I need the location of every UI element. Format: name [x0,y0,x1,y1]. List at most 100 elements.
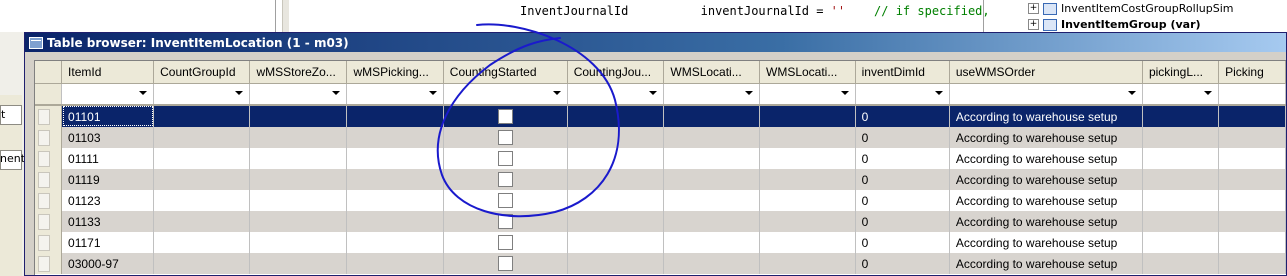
row-selector[interactable] [35,190,63,211]
grid-cell[interactable] [663,211,760,232]
grid-cell[interactable] [759,211,856,232]
dropdown-arrow-icon[interactable] [235,91,244,95]
scrollbar[interactable] [282,0,289,32]
column-filter[interactable] [346,83,444,106]
cell-counting-started[interactable] [443,169,568,190]
table-row[interactable]: 01101 0 According to warehouse setup [35,105,1286,127]
tree-node[interactable]: + InventItemCostGroupRollupSim [1028,2,1233,15]
grid-cell[interactable] [663,105,760,127]
grid-cell[interactable] [153,211,251,232]
dropdown-arrow-icon[interactable] [840,91,849,95]
column-filter[interactable] [663,83,760,106]
cell-use-wms-order[interactable]: According to warehouse setup [949,127,1143,148]
grid-cell[interactable] [1218,211,1286,232]
cell-item-id[interactable]: 01103 [61,127,155,148]
row-selector[interactable] [35,253,63,274]
dropdown-arrow-icon[interactable] [1127,91,1136,95]
grid-cell[interactable] [663,232,760,253]
grid-cell[interactable] [1142,169,1220,190]
row-selector[interactable] [35,232,63,253]
checkbox[interactable] [497,235,513,251]
grid-cell[interactable] [1218,148,1286,169]
cell-counting-started[interactable] [443,253,568,274]
window-titlebar[interactable]: Table browser: InventItemLocation (1 - m… [25,33,1286,52]
grid-cell[interactable] [249,169,348,190]
splitter[interactable] [275,0,276,32]
grid-cell[interactable] [1142,253,1220,274]
grid-cell[interactable] [249,148,348,169]
grid-cell[interactable] [346,127,444,148]
table-row[interactable]: 01111 0 According to warehouse setup [35,148,1286,169]
cell-item-id[interactable]: 01133 [61,211,155,232]
column-filter[interactable] [153,83,251,106]
grid-cell[interactable] [567,105,665,127]
checkbox[interactable] [497,172,513,188]
grid-cell[interactable] [249,211,348,232]
cell-invent-dim-id[interactable]: 0 [855,148,950,169]
grid-cell[interactable] [153,253,251,274]
column-filter[interactable] [1218,83,1286,106]
table-row[interactable]: 01171 0 According to warehouse setup [35,232,1286,253]
grid-cell[interactable] [1218,190,1286,211]
grid-cell[interactable] [759,190,856,211]
checkbox[interactable] [497,256,513,272]
cell-item-id[interactable]: 01171 [61,232,155,253]
grid-cell[interactable] [1142,211,1220,232]
expand-icon[interactable]: + [1028,19,1039,30]
grid-cell[interactable] [1218,232,1286,253]
grid-cell[interactable] [346,211,444,232]
cell-use-wms-order[interactable]: According to warehouse setup [949,190,1143,211]
column-header[interactable]: pickingL... [1142,61,1220,84]
grid-cell[interactable] [567,211,665,232]
grid-cell[interactable] [759,127,856,148]
row-selector[interactable] [35,211,63,232]
cell-invent-dim-id[interactable]: 0 [855,169,950,190]
row-selector[interactable] [35,148,63,169]
row-selector-header[interactable] [35,61,63,84]
row-selector[interactable] [35,127,63,148]
cell-invent-dim-id[interactable]: 0 [855,105,950,127]
grid-cell[interactable] [663,190,760,211]
grid-cell[interactable] [663,127,760,148]
grid-cell[interactable] [1218,169,1286,190]
cell-use-wms-order[interactable]: According to warehouse setup [949,232,1143,253]
column-filter[interactable] [949,83,1143,106]
column-filter[interactable] [443,83,568,106]
cell-use-wms-order[interactable]: According to warehouse setup [949,169,1143,190]
column-header[interactable]: Picking [1218,61,1286,84]
table-row[interactable]: 03000-97 0 According to warehouse setup [35,253,1286,274]
cell-item-id[interactable]: 01119 [61,169,155,190]
grid-cell[interactable] [567,253,665,274]
cell-counting-started[interactable] [443,232,568,253]
column-header[interactable]: CountingStarted [443,61,568,84]
grid-cell[interactable] [759,169,856,190]
grid-cell[interactable] [153,169,251,190]
cell-item-id[interactable]: 01111 [61,148,155,169]
column-filter[interactable] [567,83,665,106]
grid-cell[interactable] [346,148,444,169]
table-row[interactable]: 01103 0 According to warehouse setup [35,127,1286,148]
column-header[interactable]: wMSStoreZo... [249,61,348,84]
checkbox[interactable] [497,109,513,125]
cell-use-wms-order[interactable]: According to warehouse setup [949,148,1143,169]
column-header[interactable]: ItemId [61,61,155,84]
dropdown-arrow-icon[interactable] [649,91,658,95]
cell-use-wms-order[interactable]: According to warehouse setup [949,253,1143,274]
grid-cell[interactable] [759,105,856,127]
column-header[interactable]: CountingJou... [567,61,665,84]
grid-cell[interactable] [153,190,251,211]
row-selector[interactable] [35,169,63,190]
cell-counting-started[interactable] [443,127,568,148]
cell-item-id[interactable]: 03000-97 [61,253,155,274]
grid-cell[interactable] [1142,148,1220,169]
cell-counting-started[interactable] [443,148,568,169]
cell-invent-dim-id[interactable]: 0 [855,127,950,148]
cell-item-id[interactable]: 01101 [61,105,155,127]
grid-cell[interactable] [759,148,856,169]
grid-cell[interactable] [759,253,856,274]
checkbox[interactable] [497,193,513,209]
grid-cell[interactable] [153,232,251,253]
grid-cell[interactable] [1142,105,1220,127]
cell-counting-started[interactable] [443,105,568,127]
grid-cell[interactable] [1142,232,1220,253]
